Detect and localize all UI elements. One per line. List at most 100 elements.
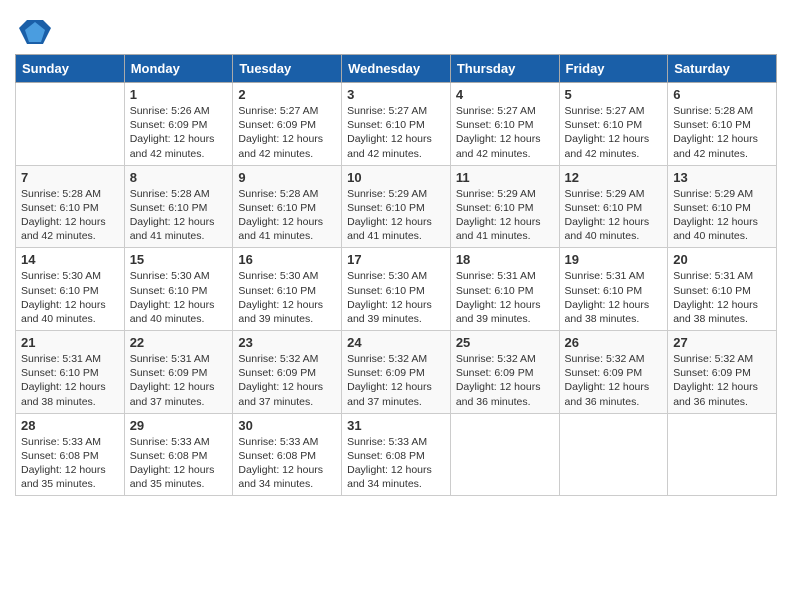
day-number: 21 (21, 335, 119, 350)
day-info: Sunrise: 5:28 AM Sunset: 6:10 PM Dayligh… (130, 187, 228, 244)
day-number: 18 (456, 252, 554, 267)
day-number: 3 (347, 87, 445, 102)
day-number: 2 (238, 87, 336, 102)
day-cell: 11Sunrise: 5:29 AM Sunset: 6:10 PM Dayli… (450, 165, 559, 248)
day-cell: 31 Sunrise: 5:33 AM Sunset: 6:08 PM Dayli… (342, 413, 451, 496)
calendar-header-row: SundayMondayTuesdayWednesdayThursdayFrid… (16, 55, 777, 83)
day-cell: 8 Sunrise: 5:28 AM Sunset: 6:10 PM Daylig… (124, 165, 233, 248)
day-info: Sunrise: 5:32 AM Sunset: 6:09 PM Dayligh… (456, 352, 554, 409)
day-cell: 13 Sunrise: 5:29 AM Sunset: 6:10 PM Dayli… (668, 165, 777, 248)
header-saturday: Saturday (668, 55, 777, 83)
day-number: 29 (130, 418, 228, 433)
day-cell: 27 Sunrise: 5:32 AM Sunset: 6:09 PM Dayli… (668, 331, 777, 414)
day-info: Sunrise: 5:32 AM Sunset: 6:09 PM Dayligh… (238, 352, 336, 409)
day-info: Sunrise: 5:28 AM Sunset: 6:10 PM Dayligh… (238, 187, 336, 244)
day-number: 24 (347, 335, 445, 350)
day-info: Sunrise: 5:31 AM Sunset: 6:10 PM Dayligh… (673, 269, 771, 326)
day-cell: 19Sunrise: 5:31 AM Sunset: 6:10 PM Dayli… (559, 248, 668, 331)
day-info: Sunrise: 5:32 AM Sunset: 6:09 PM Dayligh… (673, 352, 771, 409)
day-cell: 6 Sunrise: 5:28 AM Sunset: 6:10 PM Daylig… (668, 83, 777, 166)
day-number: 17 (347, 252, 445, 267)
week-row-2: 7 Sunrise: 5:28 AM Sunset: 6:10 PM Daylig… (16, 165, 777, 248)
day-info: Sunrise: 5:29 AM Sunset: 6:10 PM Dayligh… (565, 187, 663, 244)
day-cell: 18Sunrise: 5:31 AM Sunset: 6:10 PM Dayli… (450, 248, 559, 331)
day-cell: 5 Sunrise: 5:27 AM Sunset: 6:10 PM Daylig… (559, 83, 668, 166)
day-cell: 22 Sunrise: 5:31 AM Sunset: 6:09 PM Dayli… (124, 331, 233, 414)
week-row-5: 28 Sunrise: 5:33 AM Sunset: 6:08 PM Dayli… (16, 413, 777, 496)
day-cell: 10 Sunrise: 5:29 AM Sunset: 6:10 PM Dayli… (342, 165, 451, 248)
day-cell: 17 Sunrise: 5:30 AM Sunset: 6:10 PM Dayli… (342, 248, 451, 331)
day-number: 20 (673, 252, 771, 267)
day-info: Sunrise: 5:32 AM Sunset: 6:09 PM Dayligh… (347, 352, 445, 409)
day-cell: 23 Sunrise: 5:32 AM Sunset: 6:09 PM Dayli… (233, 331, 342, 414)
day-number: 7 (21, 170, 119, 185)
day-info: Sunrise: 5:31 AM Sunset: 6:09 PM Dayligh… (130, 352, 228, 409)
day-cell: 4 Sunrise: 5:27 AM Sunset: 6:10 PM Daylig… (450, 83, 559, 166)
day-cell (668, 413, 777, 496)
page-header (15, 10, 777, 48)
day-cell: 14 Sunrise: 5:30 AM Sunset: 6:10 PM Dayli… (16, 248, 125, 331)
header-tuesday: Tuesday (233, 55, 342, 83)
header-wednesday: Wednesday (342, 55, 451, 83)
day-info: Sunrise: 5:26 AM Sunset: 6:09 PM Dayligh… (130, 104, 228, 161)
day-number: 28 (21, 418, 119, 433)
day-cell: 7Sunrise: 5:28 AM Sunset: 6:10 PM Daylig… (16, 165, 125, 248)
day-number: 15 (130, 252, 228, 267)
day-info: Sunrise: 5:27 AM Sunset: 6:10 PM Dayligh… (565, 104, 663, 161)
day-cell (16, 83, 125, 166)
day-cell: 21 Sunrise: 5:31 AM Sunset: 6:10 PM Dayli… (16, 331, 125, 414)
day-cell (559, 413, 668, 496)
day-cell: 30 Sunrise: 5:33 AM Sunset: 6:08 PM Dayli… (233, 413, 342, 496)
day-number: 30 (238, 418, 336, 433)
day-number: 13 (673, 170, 771, 185)
day-number: 5 (565, 87, 663, 102)
day-info: Sunrise: 5:33 AM Sunset: 6:08 PM Dayligh… (238, 435, 336, 492)
day-info: Sunrise: 5:29 AM Sunset: 6:10 PM Dayligh… (673, 187, 771, 244)
day-cell: 3 Sunrise: 5:27 AM Sunset: 6:10 PM Daylig… (342, 83, 451, 166)
header-friday: Friday (559, 55, 668, 83)
day-info: Sunrise: 5:31 AM Sunset: 6:10 PM Dayligh… (565, 269, 663, 326)
day-info: Sunrise: 5:33 AM Sunset: 6:08 PM Dayligh… (21, 435, 119, 492)
day-number: 4 (456, 87, 554, 102)
day-cell: 1Sunrise: 5:26 AM Sunset: 6:09 PM Daylig… (124, 83, 233, 166)
header-sunday: Sunday (16, 55, 125, 83)
day-number: 23 (238, 335, 336, 350)
day-info: Sunrise: 5:30 AM Sunset: 6:10 PM Dayligh… (347, 269, 445, 326)
header-thursday: Thursday (450, 55, 559, 83)
day-info: Sunrise: 5:28 AM Sunset: 6:10 PM Dayligh… (673, 104, 771, 161)
day-cell: 12Sunrise: 5:29 AM Sunset: 6:10 PM Dayli… (559, 165, 668, 248)
day-info: Sunrise: 5:33 AM Sunset: 6:08 PM Dayligh… (347, 435, 445, 492)
day-cell: 2 Sunrise: 5:27 AM Sunset: 6:09 PM Daylig… (233, 83, 342, 166)
logo-icon (19, 16, 51, 48)
day-cell: 24 Sunrise: 5:32 AM Sunset: 6:09 PM Dayli… (342, 331, 451, 414)
day-number: 10 (347, 170, 445, 185)
day-info: Sunrise: 5:27 AM Sunset: 6:09 PM Dayligh… (238, 104, 336, 161)
calendar-table: SundayMondayTuesdayWednesdayThursdayFrid… (15, 54, 777, 496)
day-number: 6 (673, 87, 771, 102)
day-info: Sunrise: 5:29 AM Sunset: 6:10 PM Dayligh… (456, 187, 554, 244)
day-info: Sunrise: 5:30 AM Sunset: 6:10 PM Dayligh… (21, 269, 119, 326)
day-number: 8 (130, 170, 228, 185)
day-cell: 28 Sunrise: 5:33 AM Sunset: 6:08 PM Dayli… (16, 413, 125, 496)
day-number: 27 (673, 335, 771, 350)
day-cell: 25Sunrise: 5:32 AM Sunset: 6:09 PM Dayli… (450, 331, 559, 414)
day-number: 14 (21, 252, 119, 267)
day-cell: 16 Sunrise: 5:30 AM Sunset: 6:10 PM Dayli… (233, 248, 342, 331)
day-info: Sunrise: 5:27 AM Sunset: 6:10 PM Dayligh… (456, 104, 554, 161)
day-number: 22 (130, 335, 228, 350)
day-cell: 20 Sunrise: 5:31 AM Sunset: 6:10 PM Dayli… (668, 248, 777, 331)
day-cell (450, 413, 559, 496)
day-cell: 9Sunrise: 5:28 AM Sunset: 6:10 PM Daylig… (233, 165, 342, 248)
day-info: Sunrise: 5:30 AM Sunset: 6:10 PM Dayligh… (238, 269, 336, 326)
week-row-3: 14 Sunrise: 5:30 AM Sunset: 6:10 PM Dayli… (16, 248, 777, 331)
day-number: 26 (565, 335, 663, 350)
day-info: Sunrise: 5:31 AM Sunset: 6:10 PM Dayligh… (21, 352, 119, 409)
day-cell: 26Sunrise: 5:32 AM Sunset: 6:09 PM Dayli… (559, 331, 668, 414)
day-info: Sunrise: 5:27 AM Sunset: 6:10 PM Dayligh… (347, 104, 445, 161)
header-monday: Monday (124, 55, 233, 83)
logo (15, 16, 51, 48)
day-number: 31 (347, 418, 445, 433)
day-cell: 15Sunrise: 5:30 AM Sunset: 6:10 PM Dayli… (124, 248, 233, 331)
day-info: Sunrise: 5:29 AM Sunset: 6:10 PM Dayligh… (347, 187, 445, 244)
day-number: 16 (238, 252, 336, 267)
